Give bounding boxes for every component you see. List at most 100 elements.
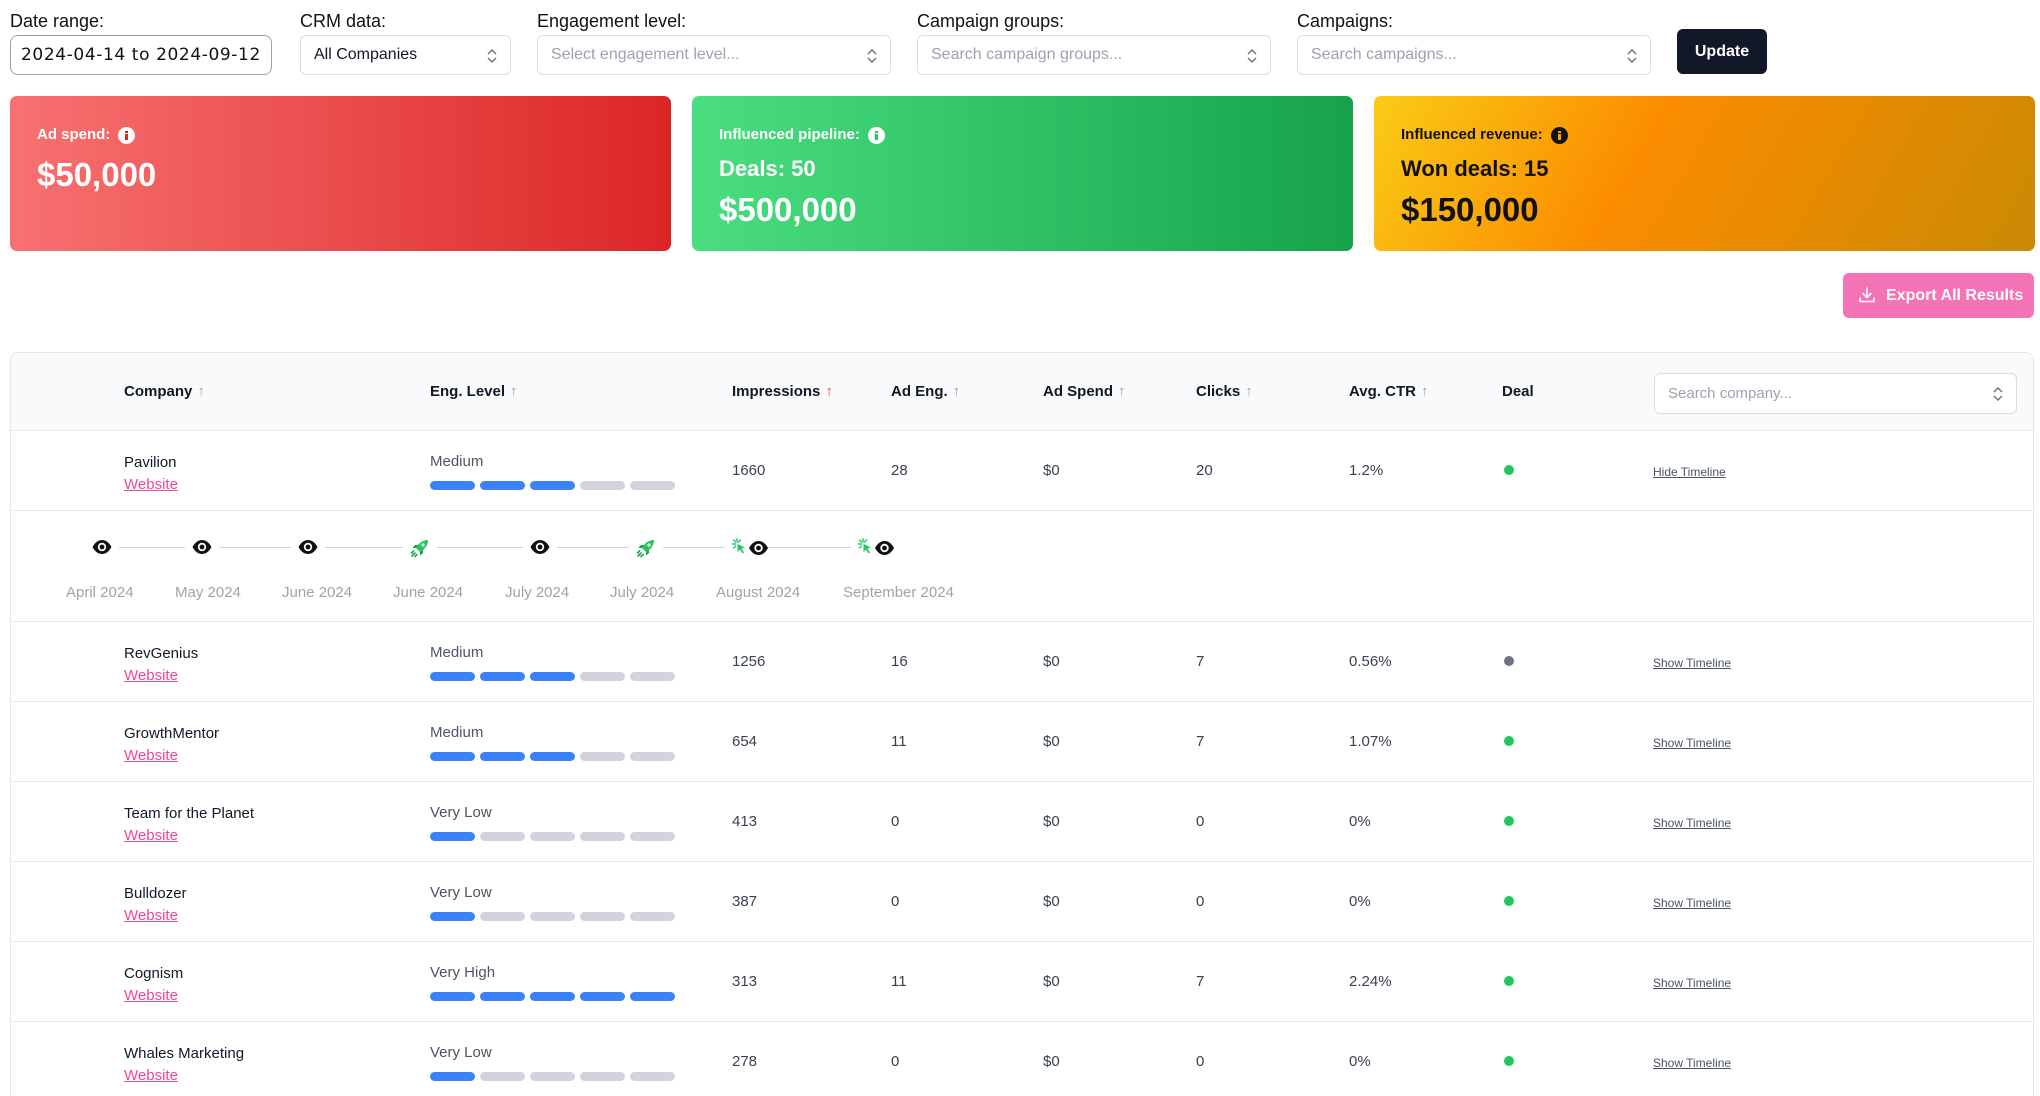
company-website-link[interactable]: Website	[124, 907, 178, 925]
crm-select[interactable]: All Companies	[300, 35, 511, 75]
column-header-ad-spend[interactable]: Ad Spend ↑	[1043, 383, 1126, 401]
engagement-select[interactable]: Select engagement level...	[537, 35, 891, 75]
column-header-impressions[interactable]: Impressions ↑	[732, 383, 833, 401]
engagement-bar-segment	[530, 481, 575, 490]
engagement-bar-segment	[480, 832, 525, 841]
impressions-cell: 413	[732, 813, 758, 830]
company-website-link[interactable]: Website	[124, 1067, 178, 1085]
company-name: Pavilion	[124, 454, 177, 471]
column-header-eng-level[interactable]: Eng. Level ↑	[430, 383, 518, 401]
ad-spend-cell: $0	[1043, 653, 1060, 670]
engagement-level-bar	[430, 992, 680, 1001]
column-header-clicks[interactable]: Clicks ↑	[1196, 383, 1253, 401]
engagement-bar-segment	[630, 481, 675, 490]
company-website-link[interactable]: Website	[124, 476, 178, 494]
timeline-toggle-link[interactable]: Show Timeline	[1653, 816, 1731, 830]
company-website-link[interactable]: Website	[124, 987, 178, 1005]
rocket-icon[interactable]	[635, 537, 657, 559]
timeline-event-date: September 2024	[843, 584, 954, 601]
influenced-revenue-card: Influenced revenue: Won deals: 15 $150,0…	[1374, 96, 2035, 251]
engagement-level-label: Medium	[430, 724, 484, 741]
export-all-results-button[interactable]: Export All Results	[1843, 273, 2034, 318]
engagement-bar-segment	[530, 1072, 575, 1081]
ad-eng-cell: 0	[891, 813, 900, 830]
pipeline-deals: Deals: 50	[719, 156, 816, 181]
clicks-cell: 0	[1196, 893, 1205, 910]
timeline-toggle-link[interactable]: Show Timeline	[1653, 976, 1731, 990]
company-name: RevGenius	[124, 645, 199, 662]
table-row: Bulldozer Website Very Low 387 0 $0 0 0% Show Ti…	[11, 862, 2033, 942]
impressions-cell: 387	[732, 893, 758, 910]
ad-eng-cell: 11	[891, 733, 907, 750]
table-row: Cognism Website Very High 313 11 $0 7 2.24% Show…	[11, 942, 2033, 1022]
timeline-toggle-link[interactable]: Show Timeline	[1653, 1056, 1731, 1070]
engagement-level-bar	[430, 672, 680, 681]
info-icon[interactable]	[867, 126, 885, 144]
click-eye-icon[interactable]	[857, 537, 897, 559]
info-icon[interactable]	[1550, 126, 1568, 144]
column-header-company[interactable]: Company ↑	[124, 383, 205, 401]
engagement-bar-segment	[630, 912, 675, 921]
engagement-level-label: Medium	[430, 453, 484, 470]
company-website-link[interactable]: Website	[124, 747, 178, 765]
timeline-toggle-link[interactable]: Show Timeline	[1653, 736, 1731, 750]
avg-ctr-cell: 0%	[1349, 893, 1371, 910]
avg-ctr-cell: 0%	[1349, 1053, 1371, 1070]
clicks-cell: 0	[1196, 1053, 1205, 1070]
column-header-ad-eng[interactable]: Ad Eng. ↑	[891, 383, 960, 401]
engagement-bar-segment	[580, 672, 625, 681]
engagement-bar-segment	[580, 752, 625, 761]
search-company-input[interactable]: Search company...	[1654, 373, 2017, 414]
ad-spend-cell: $0	[1043, 813, 1060, 830]
click-eye-icon[interactable]	[731, 537, 771, 559]
company-name: GrowthMentor	[124, 725, 220, 742]
chevron-updown-icon	[1627, 48, 1637, 64]
timeline-toggle-link[interactable]: Show Timeline	[1653, 896, 1731, 910]
engagement-bar-segment	[430, 912, 475, 921]
export-label: Export All Results	[1886, 287, 2024, 304]
ad-spend-card-header: Ad spend:	[37, 126, 671, 144]
table-header: Company ↑ Eng. Level ↑ Impressions ↑ Ad Eng…	[11, 353, 2033, 431]
company-website-link[interactable]: Website	[124, 827, 178, 845]
company-website-link[interactable]: Website	[124, 667, 178, 685]
engagement-level-label: Very High	[430, 964, 496, 981]
column-header-avg-ctr[interactable]: Avg. CTR ↑	[1349, 383, 1428, 401]
sort-arrow-icon: ↑	[197, 383, 205, 400]
impressions-cell: 1660	[732, 462, 766, 479]
date-range-input[interactable]: 2024-04-14 to 2024-09-12	[10, 35, 272, 75]
timeline-connector	[437, 547, 523, 548]
engagement-bar-segment	[530, 832, 575, 841]
timeline-toggle-link[interactable]: Hide Timeline	[1653, 465, 1726, 479]
ad-spend-value: $50,000	[37, 156, 157, 193]
deal-status-dot	[1504, 465, 1514, 475]
engagement-level-label: Very Low	[430, 1044, 492, 1061]
info-icon[interactable]	[118, 126, 136, 144]
campaigns-select[interactable]: Search campaigns...	[1297, 35, 1651, 75]
engagement-select-placeholder: Select engagement level...	[551, 46, 740, 63]
sort-arrow-icon: ↑	[1118, 383, 1126, 400]
sort-arrow-icon: ↑	[952, 383, 961, 400]
eye-icon[interactable]	[529, 537, 551, 557]
pipeline-value: $500,000	[719, 191, 857, 228]
timeline-toggle-link[interactable]: Show Timeline	[1653, 656, 1731, 670]
timeline-connector	[557, 547, 629, 548]
rocket-icon[interactable]	[409, 537, 431, 559]
engagement-bar-segment	[580, 992, 625, 1001]
eye-icon[interactable]	[297, 537, 319, 557]
engagement-bar-segment	[530, 912, 575, 921]
avg-ctr-cell: 1.07%	[1349, 733, 1392, 750]
clicks-cell: 0	[1196, 813, 1205, 830]
timeline-event-date: July 2024	[505, 584, 570, 601]
campaign-groups-select[interactable]: Search campaign groups...	[917, 35, 1271, 75]
revenue-label: Influenced revenue:	[1401, 126, 1543, 143]
timeline-event-date: June 2024	[393, 584, 464, 601]
engagement-filter: Engagement level: Select engagement leve…	[537, 10, 891, 75]
engagement-level-bar	[430, 481, 680, 490]
sort-arrow-active-icon: ↑	[825, 383, 833, 400]
update-button[interactable]: Update	[1677, 29, 1767, 74]
chevron-updown-icon	[1993, 386, 2003, 402]
campaign-groups-filter: Campaign groups: Search campaign groups.…	[917, 10, 1271, 75]
eye-icon[interactable]	[191, 537, 213, 557]
eye-icon[interactable]	[91, 537, 113, 557]
engagement-bar-segment	[580, 481, 625, 490]
